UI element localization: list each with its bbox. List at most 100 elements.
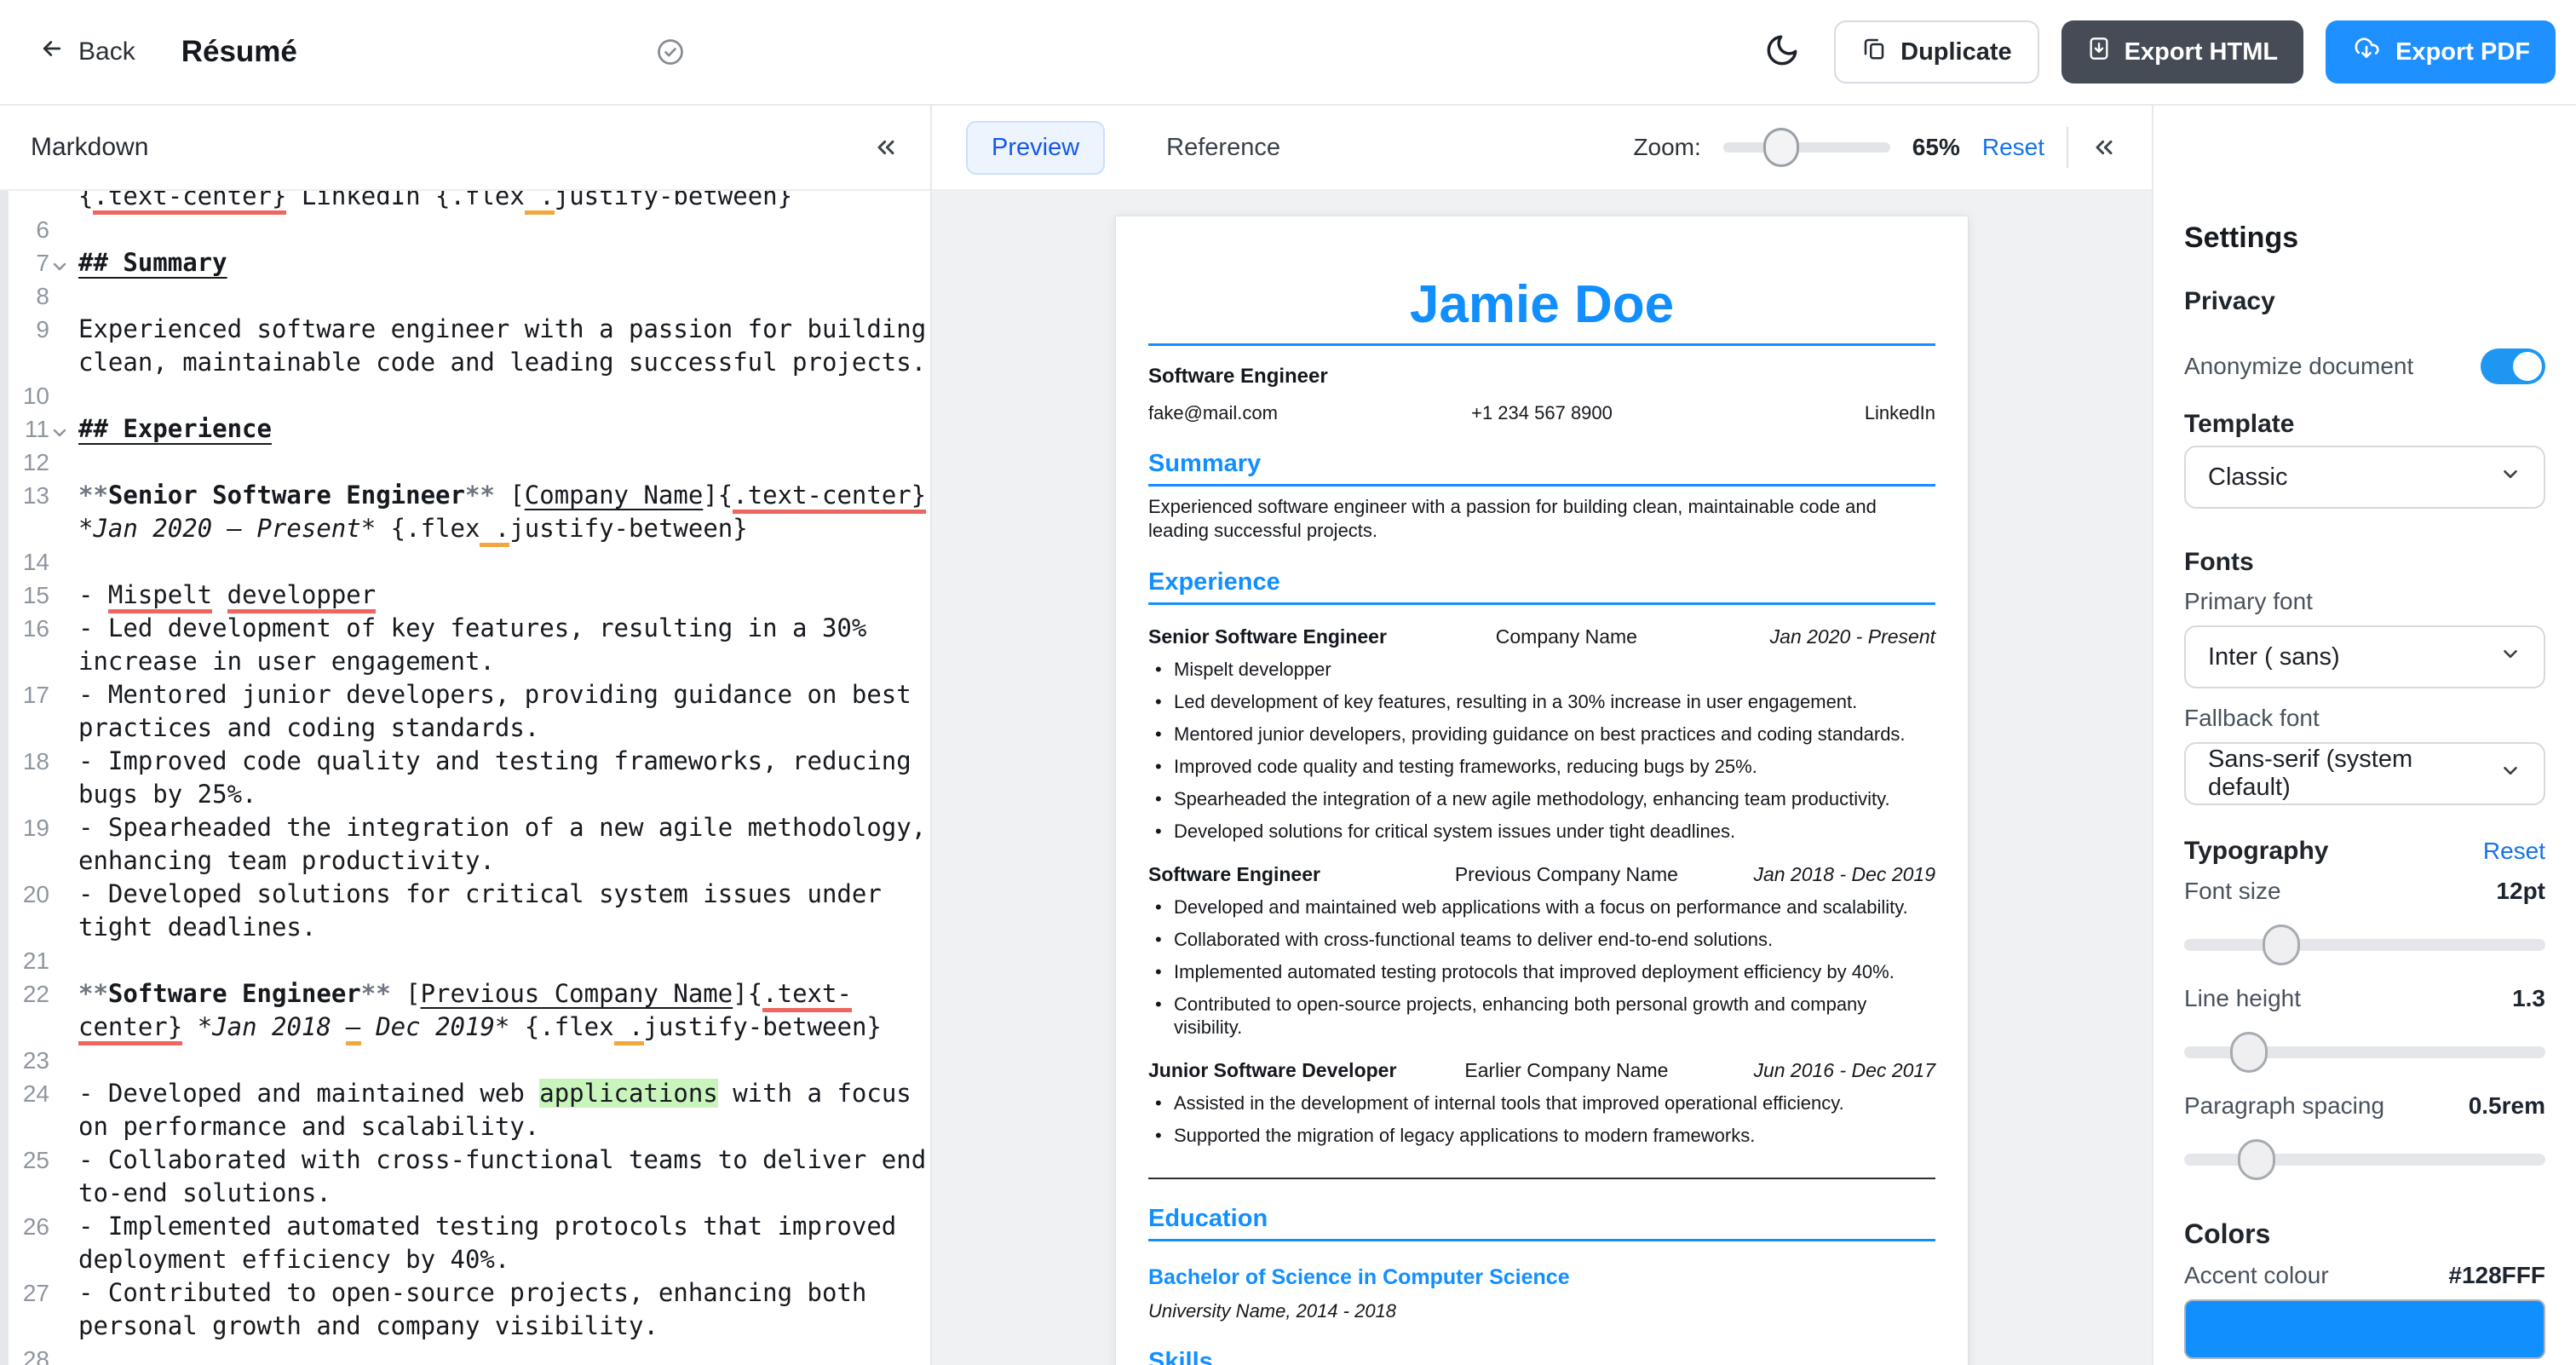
code-line: enhancing team productivity. [78, 846, 495, 875]
resume-name: Jamie Doe [1148, 274, 1935, 335]
back-arrow-icon [37, 36, 66, 68]
editor-row: 15- Mispelt developper [0, 579, 930, 612]
colors-heading: Colors [2184, 1218, 2545, 1250]
experience-entry: Software EngineerPrevious Company NameJa… [1148, 863, 1935, 1039]
accent-colour-value: #128FFF [2448, 1262, 2545, 1289]
entry-bullet: Led development of key features, resulti… [1148, 690, 1935, 713]
zoom-slider-thumb[interactable] [1763, 128, 1799, 167]
duplicate-label: Duplicate [1900, 38, 2012, 66]
export-pdf-label: Export PDF [2395, 38, 2530, 66]
editor-row: 7## Summary [0, 246, 930, 279]
back-button[interactable]: Back [37, 36, 135, 68]
editor-row: 13**Senior Software Engineer** [Company … [0, 479, 930, 512]
line-height-label: Line height [2184, 985, 2301, 1012]
collapse-editor-icon[interactable] [872, 134, 900, 161]
resume-contact: +1 234 567 8900 [1411, 402, 1673, 424]
entry-bullet: Contributed to open-source projects, enh… [1148, 993, 1935, 1039]
editor-row: 21 [0, 944, 930, 977]
export-html-button[interactable]: Export HTML [2061, 20, 2303, 84]
entry-bullet: Spearheaded the integration of a new agi… [1148, 787, 1935, 810]
dark-mode-toggle[interactable] [1764, 32, 1800, 72]
line-number: 27 [9, 1276, 49, 1310]
code-line: - Improved code quality and testing fram… [78, 746, 911, 775]
editor-row: 25- Collaborated with cross-functional t… [0, 1143, 930, 1177]
topbar: Back Résumé Duplicate Export HTML Ex [0, 0, 2576, 106]
anonymize-label: Anonymize document [2184, 353, 2413, 380]
resume-skills-heading: Skills [1148, 1348, 1935, 1365]
code-line: ## Experience [78, 414, 272, 443]
anonymize-toggle[interactable] [2481, 348, 2545, 384]
preview-panel: Preview Reference Zoom: 65% Reset Jamie … [932, 106, 2152, 1365]
template-value: Classic [2208, 464, 2287, 492]
markdown-editor[interactable]: {.text-center} LinkedIn {.flex .justify-… [0, 191, 930, 1365]
editor-row: practices and coding standards. [0, 711, 930, 745]
preview-scroll-area[interactable]: Jamie Doe Software Engineer fake@mail.co… [932, 191, 2152, 1365]
code-line: - Spearheaded the integration of a new a… [78, 813, 926, 842]
tab-reference[interactable]: Reference [1141, 121, 1306, 175]
font-size-slider[interactable] [2184, 939, 2545, 951]
line-number: 14 [9, 545, 49, 579]
editor-row: 12 [0, 446, 930, 479]
entry-title: Software Engineer [1148, 863, 1444, 886]
slider-thumb[interactable] [2238, 1139, 2275, 1180]
code-line: **Senior Software Engineer** [Company Na… [78, 481, 926, 514]
line-height-value: 1.3 [2512, 985, 2545, 1012]
editor-row: 11 ## Experience [0, 412, 930, 446]
line-number: 26 [9, 1210, 49, 1243]
primary-font-select[interactable]: Inter ( sans) [2184, 625, 2545, 688]
line-number: 12 [9, 446, 49, 479]
editor-row: 20 - Developed solutions for critical sys… [0, 878, 930, 911]
line-number: 7 [9, 246, 49, 279]
editor-row: 19- Spearheaded the integration of a new… [0, 811, 930, 844]
slider-thumb[interactable] [2263, 924, 2300, 965]
experience-entry: Senior Software EngineerCompany NameJan … [1148, 625, 1935, 843]
code-line: bugs by 25%. [78, 780, 257, 809]
editor-row: enhancing team productivity. [0, 844, 930, 878]
resume-experience-heading: Experience [1148, 568, 1935, 605]
template-label: Template [2184, 410, 2545, 439]
editor-row: 17- Mentored junior developers, providin… [0, 678, 930, 711]
paragraph-spacing-slider[interactable] [2184, 1154, 2545, 1166]
editor-row: {.text-center} LinkedIn {.flex .justify-… [0, 191, 930, 213]
chevron-down-icon [2499, 759, 2521, 788]
typography-reset-link[interactable]: Reset [2483, 838, 2545, 865]
chevron-down-icon [2499, 642, 2521, 671]
tab-preview[interactable]: Preview [966, 121, 1105, 175]
fallback-font-label: Fallback font [2184, 705, 2545, 732]
settings-panel: Settings Privacy Anonymize document Temp… [2152, 106, 2576, 1365]
entry-bullet: Developed solutions for critical system … [1148, 820, 1935, 843]
duplicate-button[interactable]: Duplicate [1834, 20, 2039, 84]
code-line: - Developed solutions for critical syste… [78, 879, 882, 908]
font-size-label: Font size [2184, 878, 2281, 905]
file-download-icon [2087, 36, 2111, 68]
editor-row: 26- Implemented automated testing protoc… [0, 1210, 930, 1243]
line-height-slider[interactable] [2184, 1046, 2545, 1058]
toggle-knob [2513, 352, 2542, 381]
template-select[interactable]: Classic [2184, 446, 2545, 509]
code-line: - Collaborated with cross-functional tea… [78, 1145, 930, 1174]
zoom-reset-link[interactable]: Reset [1982, 134, 2044, 161]
accent-colour-swatch[interactable] [2184, 1299, 2545, 1359]
zoom-slider[interactable] [1723, 142, 1890, 153]
resume-degree: Bachelor of Science in Computer Science [1148, 1265, 1935, 1290]
resume-contact: LinkedIn [1673, 402, 1935, 424]
entry-dates: Jan 2020 - Present [1689, 625, 1935, 648]
line-number: 16 [9, 612, 49, 645]
entry-bullet: Collaborated with cross-functional teams… [1148, 928, 1935, 951]
chevron-down-icon [2499, 463, 2521, 492]
entry-company: Company Name [1444, 625, 1690, 648]
line-number: 11 [9, 412, 49, 446]
line-number: 20 [9, 878, 49, 911]
slider-thumb[interactable] [2230, 1032, 2268, 1073]
zoom-label: Zoom: [1633, 134, 1700, 161]
divider [2067, 127, 2068, 168]
line-number: 28 [9, 1343, 49, 1365]
code-line: to-end solutions. [78, 1178, 331, 1207]
collapse-settings-icon[interactable] [2090, 134, 2118, 161]
editor-row: *Jan 2020 – Present* {.flex .justify-bet… [0, 512, 930, 545]
editor-row: on performance and scalability. [0, 1110, 930, 1143]
entry-dates: Jun 2016 - Dec 2017 [1689, 1059, 1935, 1082]
export-pdf-button[interactable]: Export PDF [2326, 20, 2556, 84]
code-line: - Contributed to open-source projects, e… [78, 1278, 866, 1307]
fallback-font-select[interactable]: Sans-serif (system default) [2184, 742, 2545, 805]
